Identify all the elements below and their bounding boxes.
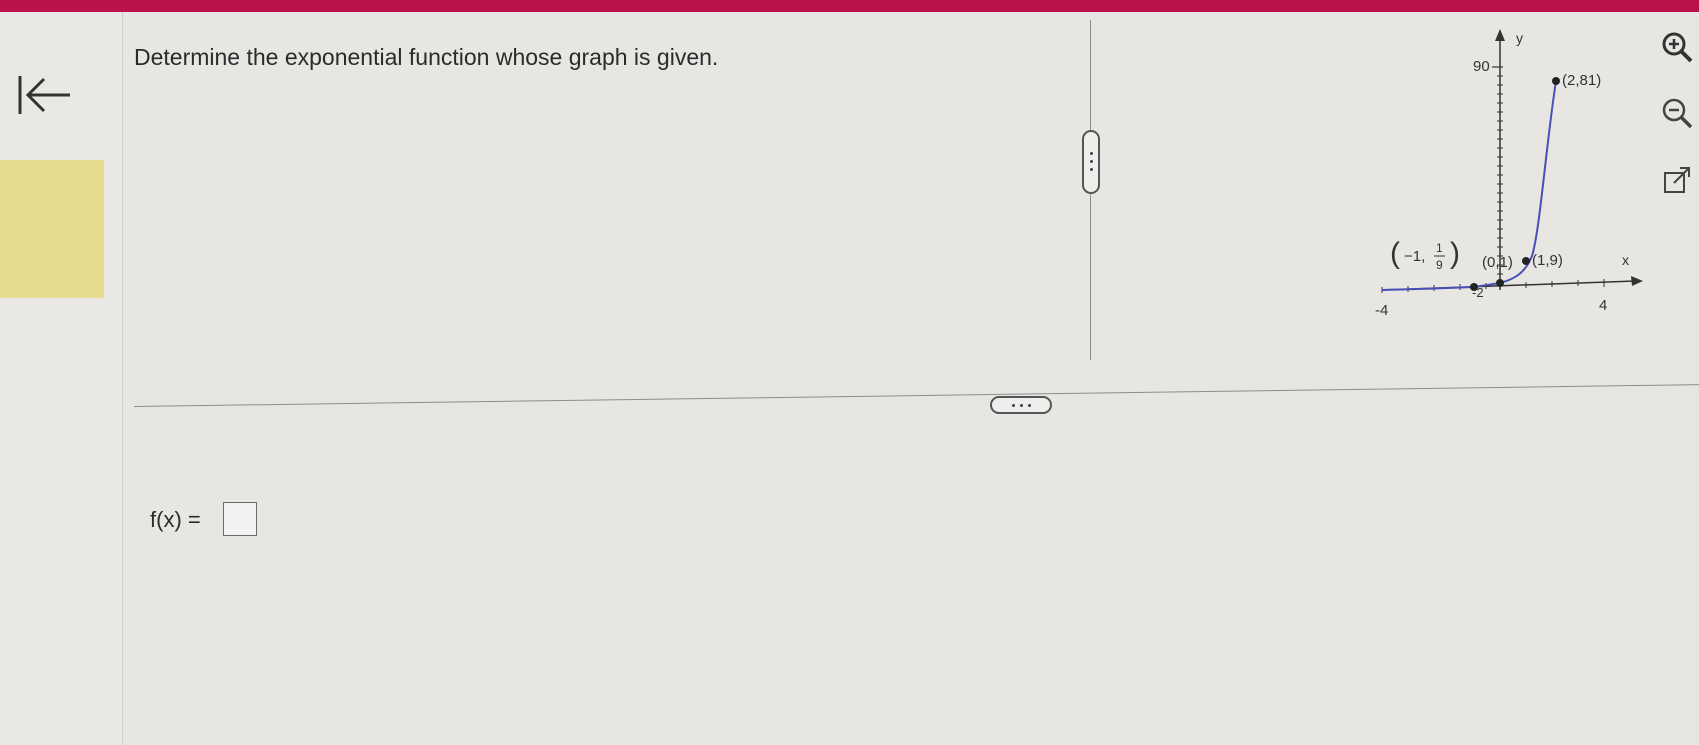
x-tick-label-4: 4	[1599, 297, 1607, 314]
vertical-resize-handle[interactable]	[1082, 130, 1100, 194]
point-label-minus1-denominator: 9	[1436, 258, 1443, 272]
point-minus1	[1470, 283, 1478, 291]
horizontal-divider	[133, 384, 1699, 407]
back-button[interactable]	[14, 70, 74, 120]
top-bar	[0, 0, 1699, 12]
paren-left: (	[1390, 237, 1400, 270]
answer-input[interactable]	[223, 502, 257, 536]
point-label-minus1-prefix: −1,	[1404, 248, 1425, 265]
left-panel	[0, 12, 123, 745]
zoom-out-icon	[1662, 98, 1693, 129]
y-axis-label: y	[1516, 30, 1523, 46]
point-label-1: (1,9)	[1532, 252, 1563, 269]
current-question-highlight[interactable]	[0, 160, 104, 298]
y-tick-label-90: 90	[1473, 58, 1490, 75]
x-tick-label-neg4: -4	[1375, 302, 1388, 319]
open-external-button[interactable]	[1660, 164, 1694, 198]
point-0	[1496, 279, 1504, 287]
zoom-in-button[interactable]	[1660, 30, 1694, 64]
point-label-2: (2,81)	[1562, 72, 1601, 89]
y-axis	[1492, 29, 1505, 290]
zoom-in-icon	[1662, 32, 1693, 63]
exponential-graph: y x 90 -4 4 -2 ( −1, 1 9 ) (0,1) (1,9) (…	[1375, 29, 1643, 319]
question-prompt: Determine the exponential function whose…	[134, 44, 719, 70]
horizontal-resize-handle[interactable]	[990, 396, 1052, 414]
point-2	[1552, 77, 1560, 85]
answer-label: f(x) =	[150, 507, 201, 532]
collapse-left-icon	[18, 76, 70, 114]
point-label-0: (0,1)	[1482, 254, 1513, 271]
open-external-icon	[1664, 167, 1690, 193]
x-axis-label: x	[1622, 252, 1629, 268]
point-label-minus1-numerator: 1	[1436, 241, 1443, 255]
zoom-out-button[interactable]	[1660, 96, 1694, 130]
point-1	[1522, 257, 1530, 265]
paren-right: )	[1450, 237, 1460, 270]
